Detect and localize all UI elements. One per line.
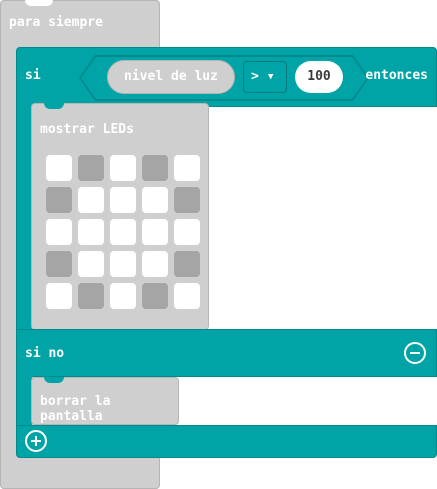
show-leds-label: mostrar LEDs	[40, 122, 134, 137]
clear-screen-label: borrar la pantalla	[40, 394, 111, 424]
forever-block-notch	[25, 0, 53, 6]
clear-screen-block[interactable]: borrar la pantalla	[31, 377, 179, 425]
if-label: si	[25, 68, 41, 83]
threshold-value: 100	[307, 69, 331, 84]
caret-down-icon: ▼	[268, 72, 274, 82]
led-cell[interactable]	[46, 283, 72, 309]
else-label: si no	[25, 346, 65, 361]
show-leds-notch	[44, 103, 64, 109]
led-cell[interactable]	[46, 155, 72, 181]
if-block-arm	[16, 105, 32, 331]
led-cell[interactable]	[110, 251, 136, 277]
led-cell[interactable]	[78, 187, 104, 213]
if-block-header[interactable]: si nivel de luz > ▼ 100 entonces	[16, 47, 437, 107]
led-cell[interactable]	[142, 251, 168, 277]
show-leds-block[interactable]: mostrar LEDs	[31, 103, 209, 330]
led-cell[interactable]	[78, 219, 104, 245]
led-cell[interactable]	[78, 283, 104, 309]
clear-screen-notch	[44, 377, 64, 383]
then-label: entonces	[365, 68, 428, 83]
led-cell[interactable]	[142, 219, 168, 245]
led-cell[interactable]	[46, 251, 72, 277]
led-cell[interactable]	[174, 251, 200, 277]
operator-value: >	[251, 69, 259, 84]
led-cell[interactable]	[78, 155, 104, 181]
if-block-footer	[16, 425, 437, 458]
else-block-arm	[16, 375, 32, 427]
forever-label: para siempre	[9, 15, 103, 30]
led-cell[interactable]	[110, 219, 136, 245]
led-grid	[46, 155, 200, 309]
light-level-label: nivel de luz	[124, 69, 218, 84]
led-cell[interactable]	[174, 219, 200, 245]
operator-dropdown[interactable]: > ▼	[243, 61, 287, 93]
led-cell[interactable]	[46, 219, 72, 245]
led-cell[interactable]	[142, 155, 168, 181]
threshold-number-input[interactable]: 100	[295, 61, 343, 93]
minus-circle-icon[interactable]	[404, 342, 426, 364]
led-cell[interactable]	[174, 283, 200, 309]
led-cell[interactable]	[46, 187, 72, 213]
light-level-block[interactable]: nivel de luz	[107, 60, 235, 94]
led-cell[interactable]	[110, 283, 136, 309]
led-cell[interactable]	[110, 155, 136, 181]
led-cell[interactable]	[142, 187, 168, 213]
led-cell[interactable]	[78, 251, 104, 277]
led-cell[interactable]	[110, 187, 136, 213]
led-cell[interactable]	[174, 155, 200, 181]
else-section[interactable]: si no	[16, 329, 437, 377]
led-cell[interactable]	[142, 283, 168, 309]
plus-circle-icon[interactable]	[25, 430, 47, 452]
led-cell[interactable]	[174, 187, 200, 213]
